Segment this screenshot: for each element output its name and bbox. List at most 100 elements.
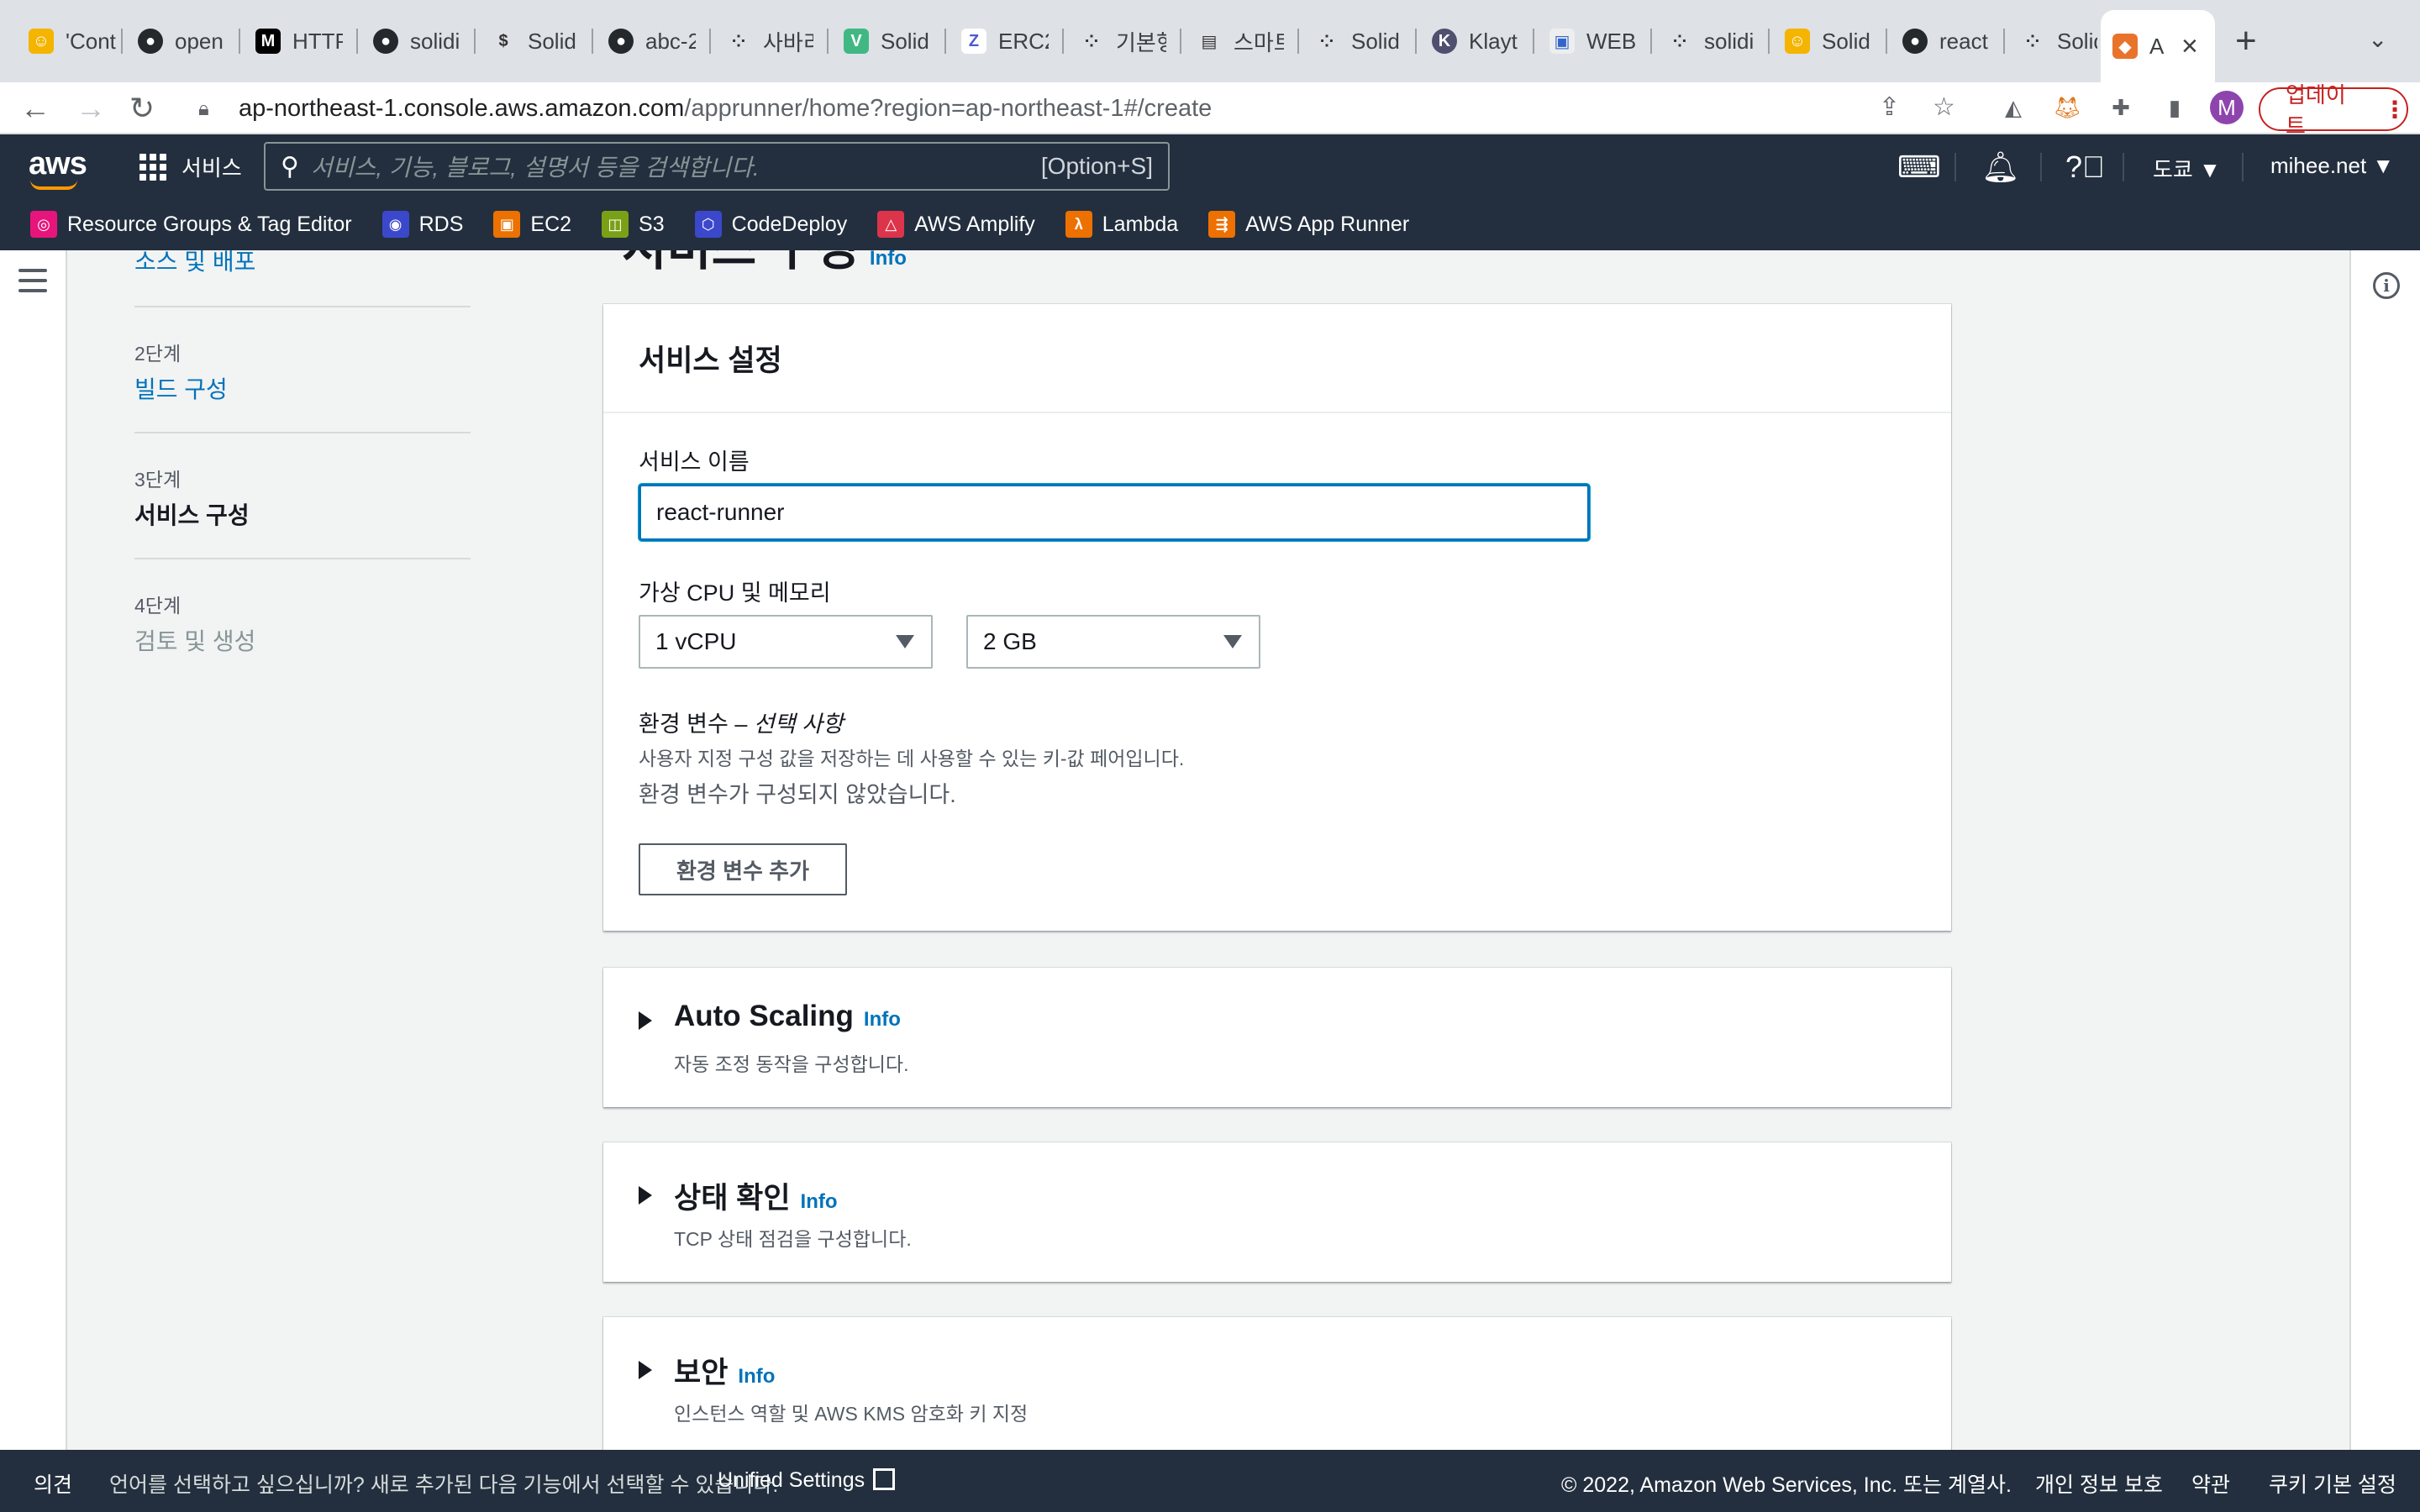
browser-tab[interactable]: ☺ 'Cont <box>17 18 123 64</box>
browser-tab-strip: ☺ 'Cont ● open M HTTP ● solidi $ Solid ●… <box>0 0 2420 82</box>
browser-tab[interactable]: ⁘ 기본형 <box>1067 18 1181 64</box>
tools-rail: i <box>2349 250 2420 1450</box>
cpu-memory-label: 가상 CPU 및 메모리 <box>639 580 831 606</box>
account-menu[interactable]: mihee.net ▼ <box>2270 153 2394 179</box>
dots-icon: ⁘ <box>1084 32 1099 51</box>
terms-link[interactable]: 약관 <box>2191 1468 2230 1499</box>
browser-tab[interactable]: ⁘ 사바리 <box>714 18 829 64</box>
browser-tab[interactable]: Z ERC2 <box>950 18 1064 64</box>
browser-tab[interactable]: $ Solid <box>479 18 593 64</box>
main-content: i 서비스 구성Info 소스 및 배포 2단계 빌드 구성 3단계 서비스 구… <box>0 250 2420 1450</box>
back-icon[interactable]: ← <box>20 91 50 126</box>
browser-tab[interactable]: ● abc-2 <box>597 18 711 64</box>
chevron-down-icon[interactable]: ⌄ <box>2368 25 2387 53</box>
step-3-current: 서비스 구성 <box>134 502 250 528</box>
dots-icon: ⁘ <box>1672 32 1687 51</box>
service-settings-panel: 서비스 설정 서비스 이름 가상 CPU 및 메모리 1 vCPU 2 GB 환… <box>603 304 1951 931</box>
emoji-face-icon: ☺ <box>29 29 54 54</box>
puzzle-extensions-icon[interactable]: ✚ <box>2104 91 2138 124</box>
hamburger-menu-icon[interactable] <box>18 269 47 299</box>
rds-icon: ◉ <box>381 211 409 238</box>
search-icon: ⚲ <box>281 152 299 181</box>
memory-select[interactable]: 2 GB <box>966 615 1260 669</box>
reload-icon[interactable]: ↻ <box>129 91 155 126</box>
bookmark-star-icon[interactable]: ☆ <box>1933 92 1955 122</box>
privacy-link[interactable]: 개인 정보 보호 <box>2035 1468 2163 1499</box>
info-icon[interactable]: i <box>2373 272 2400 299</box>
browser-tab[interactable]: V Solid <box>832 18 946 64</box>
browser-tab[interactable]: ⁘ Solid <box>1302 18 1417 64</box>
browser-tab[interactable]: K Klayt <box>1420 18 1534 64</box>
search-input[interactable]: ⚲ 서비스, 기능, 블로그, 설명서 등을 검색합니다. [Option+S] <box>264 142 1170 191</box>
env-vars-empty-text: 환경 변수가 구성되지 않았습니다. <box>639 782 956 807</box>
lambda-icon: λ <box>1065 211 1092 238</box>
github-icon: ● <box>608 29 634 54</box>
services-menu-button[interactable]: 서비스 <box>139 151 242 182</box>
aws-global-header: aws 서비스 ⚲ 서비스, 기능, 블로그, 설명서 등을 검색합니다. [O… <box>0 134 2420 250</box>
s-logo-icon: $ <box>498 31 508 50</box>
new-tab-icon[interactable]: + <box>2235 20 2257 62</box>
favorite-s3[interactable]: ◫ S3 <box>602 211 665 238</box>
aws-logo[interactable]: aws <box>29 146 87 190</box>
aws-cube-icon: ◆ <box>2112 34 2138 59</box>
health-check-section[interactable]: 상태 확인 Info TCP 상태 점검을 구성합니다. <box>603 1142 1951 1282</box>
browser-tab[interactable]: ▣ WEB <box>1538 18 1652 64</box>
info-link[interactable]: Info <box>738 1365 775 1388</box>
service-name-label: 서비스 이름 <box>639 449 750 475</box>
share-icon[interactable]: ⇪ <box>1879 92 1900 122</box>
favorite-amplify[interactable]: △ AWS Amplify <box>877 211 1035 238</box>
feedback-link[interactable]: 의견 <box>34 1468 72 1499</box>
browser-tab[interactable]: ▤ 스마트 <box>1185 18 1299 64</box>
browser-tab[interactable]: ● open <box>126 18 240 64</box>
favorite-app-runner[interactable]: ⇶ AWS App Runner <box>1208 211 1409 238</box>
region-selector[interactable]: 도쿄 ▼ <box>2153 153 2221 184</box>
aws-footer: 의견 언어를 선택하고 싶으십니까? 새로 추가된 다음 기능에서 선택할 수 … <box>0 1450 2420 1512</box>
caret-down-icon <box>1223 635 1242 648</box>
browser-tab[interactable]: ⁘ solidi <box>1655 18 1770 64</box>
browser-tab[interactable]: ⁘ Solid <box>2008 18 2097 64</box>
m-logo-icon: M <box>255 29 281 54</box>
browser-tab-active[interactable]: ◆ A × <box>2101 10 2215 82</box>
github-icon: ● <box>373 29 398 54</box>
update-button[interactable]: 업데이트 ⋮ <box>2259 82 2408 139</box>
address-bar[interactable]: 🔒︎ ap-northeast-1.console.aws.amazon.com… <box>182 87 1954 129</box>
step-1-link[interactable]: 소스 및 배포 <box>134 250 255 277</box>
browser-tab[interactable]: ☺ Solid <box>1773 18 1887 64</box>
browser-tab[interactable]: ● react <box>1891 18 2005 64</box>
browser-tab[interactable]: ● solidi <box>361 18 476 64</box>
unified-settings-link[interactable]: Unified Settings <box>718 1468 896 1493</box>
side-panel-icon[interactable]: ▮ <box>2158 91 2191 124</box>
service-name-input[interactable] <box>639 484 1590 541</box>
step-2-link[interactable]: 빌드 구성 <box>134 371 228 405</box>
favorite-rds[interactable]: ◉ RDS <box>381 211 463 238</box>
info-link[interactable]: Info <box>801 1190 838 1213</box>
page-title-info-link[interactable]: Info <box>870 250 907 270</box>
forward-icon[interactable]: → <box>76 91 106 126</box>
v-logo-icon: V <box>844 29 869 54</box>
z-logo-icon: Z <box>961 29 986 54</box>
favorite-lambda[interactable]: λ Lambda <box>1065 211 1178 238</box>
auto-scaling-section[interactable]: Auto Scaling Info 자동 조정 동작을 구성합니다. <box>603 968 1951 1107</box>
add-env-var-button[interactable]: 환경 변수 추가 <box>639 843 847 895</box>
cloudshell-icon[interactable]: ⌨ <box>1897 150 1941 185</box>
step-number: 3단계 <box>134 469 182 491</box>
panel-title: 서비스 설정 <box>603 304 1951 413</box>
emoji-face-icon: ☺ <box>1785 29 1810 54</box>
close-tab-icon[interactable]: × <box>2181 30 2198 63</box>
info-link[interactable]: Info <box>864 1008 901 1031</box>
favorite-codedeploy[interactable]: ⬡ CodeDeploy <box>694 211 847 238</box>
step-4-disabled: 검토 및 생성 <box>134 628 256 654</box>
url-text: ap-northeast-1.console.aws.amazon.com/ap… <box>239 94 1213 122</box>
cookie-preferences-link[interactable]: 쿠키 기본 설정 <box>2269 1468 2396 1499</box>
favorite-ec2[interactable]: ▣ EC2 <box>493 211 571 238</box>
ec2-icon: ▣ <box>493 211 521 238</box>
metamask-fox-icon[interactable]: 🦊︎ <box>2050 91 2084 124</box>
security-section[interactable]: 보안 Info 인스턴스 역할 및 AWS KMS 암호화 키 지정 <box>603 1317 1951 1450</box>
extension-icon[interactable]: ◭ <box>1996 91 2030 124</box>
help-icon[interactable]: ?⃝ <box>2065 150 2105 185</box>
cpu-select[interactable]: 1 vCPU <box>639 615 933 669</box>
browser-tab[interactable]: M HTTP <box>244 18 358 64</box>
bell-icon[interactable]: 🔔︎ <box>1981 150 2020 185</box>
avatar[interactable]: M <box>2210 91 2244 124</box>
favorite-resource-groups[interactable]: ◎ Resource Groups & Tag Editor <box>30 211 352 238</box>
